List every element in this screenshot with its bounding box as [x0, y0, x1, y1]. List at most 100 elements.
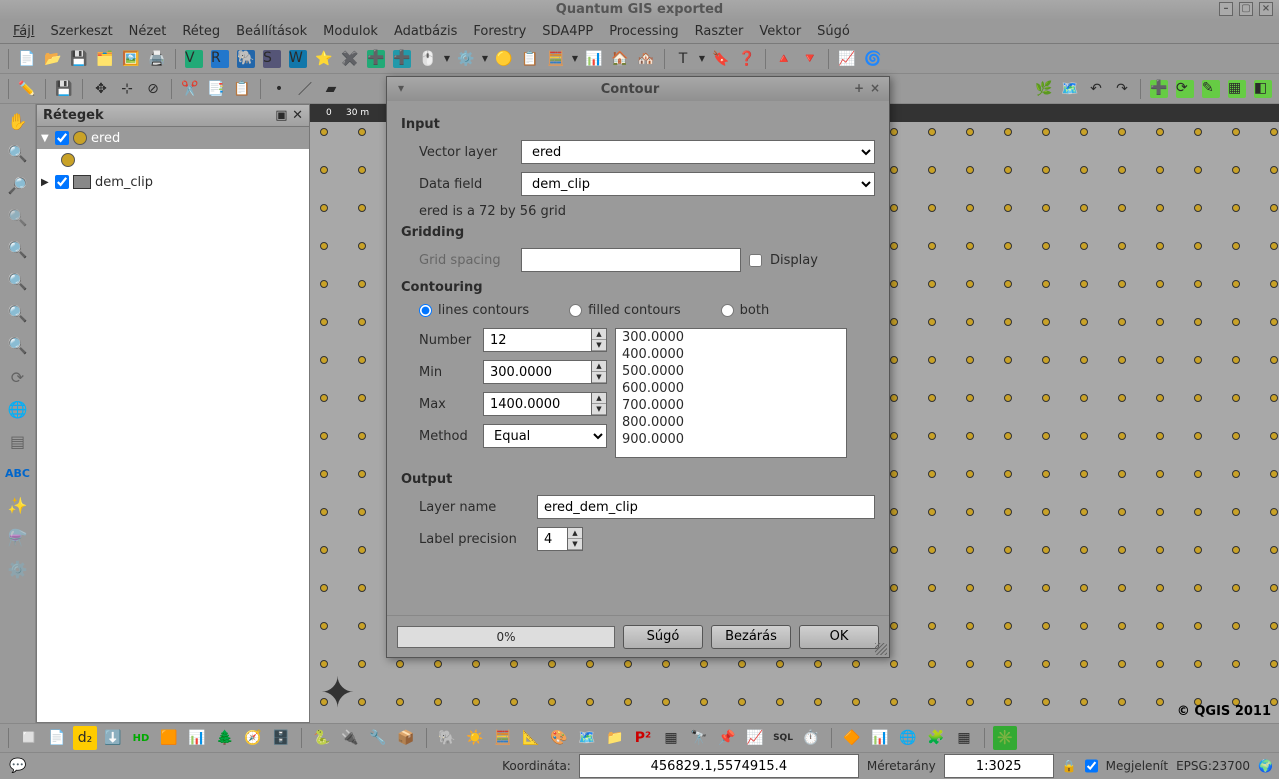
point-feature[interactable] [1270, 546, 1278, 554]
point-feature[interactable] [1042, 698, 1050, 706]
point-feature[interactable] [320, 432, 328, 440]
point-feature[interactable] [1232, 508, 1240, 516]
layer-item-ered[interactable]: ▼ ered [37, 127, 309, 149]
point-feature[interactable] [1118, 508, 1126, 516]
point-feature[interactable] [320, 128, 328, 136]
point-feature[interactable] [890, 660, 898, 668]
paste-icon[interactable]: 📋 [230, 77, 254, 101]
zoom-in-icon[interactable]: 🔍 [5, 140, 31, 166]
point-feature[interactable] [320, 356, 328, 364]
point-feature[interactable] [472, 698, 480, 706]
point-feature[interactable] [624, 660, 632, 668]
point-feature[interactable] [1080, 584, 1088, 592]
layer-visibility-checkbox[interactable] [55, 175, 69, 189]
map4-icon[interactable]: ▦ [1225, 77, 1249, 101]
add-postgis-icon[interactable]: 🐘 [234, 47, 258, 71]
point-feature[interactable] [586, 698, 594, 706]
layer-visibility-checkbox[interactable] [55, 131, 69, 145]
point-feature[interactable] [928, 698, 936, 706]
point-feature[interactable] [1156, 204, 1164, 212]
point-feature[interactable] [928, 622, 936, 630]
point-feature[interactable] [320, 546, 328, 554]
btool-3-icon[interactable]: d₂ [73, 726, 97, 750]
point-feature[interactable] [1042, 660, 1050, 668]
point-feature[interactable] [1156, 356, 1164, 364]
point-feature[interactable] [1042, 356, 1050, 364]
menu-edit[interactable]: Szerkeszt [43, 22, 119, 41]
point-feature[interactable] [1194, 166, 1202, 174]
point-feature[interactable] [928, 546, 936, 554]
point-feature[interactable] [776, 660, 784, 668]
menu-help[interactable]: Súgó [810, 22, 857, 41]
new-project-icon[interactable]: 📄 [15, 47, 39, 71]
point-feature[interactable] [510, 660, 518, 668]
refresh-icon[interactable]: ⟳ [5, 364, 31, 390]
min-spinner[interactable]: ▲▼ [591, 360, 607, 384]
point-feature[interactable] [1194, 660, 1202, 668]
point-feature[interactable] [1156, 166, 1164, 174]
point-feature[interactable] [1118, 546, 1126, 554]
point-feature[interactable] [1042, 432, 1050, 440]
point-feature[interactable] [966, 584, 974, 592]
btool-31-icon[interactable]: 🌐 [896, 726, 920, 750]
point-feature[interactable] [434, 660, 442, 668]
point-feature[interactable] [1118, 242, 1126, 250]
point-feature[interactable] [890, 584, 898, 592]
add-raster-icon[interactable]: R [208, 47, 232, 71]
point-feature[interactable] [700, 660, 708, 668]
point-feature[interactable] [1232, 546, 1240, 554]
point-feature[interactable] [928, 394, 936, 402]
point-feature[interactable] [1232, 280, 1240, 288]
delete-feature-icon[interactable]: ⊘ [141, 77, 165, 101]
maximize-button[interactable]: ▢ [1239, 2, 1253, 16]
coord-input[interactable] [579, 754, 859, 778]
grass-tool-icon[interactable]: 🌿 [1032, 77, 1056, 101]
layers-tree[interactable]: ▼ ered ▶ dem_clip [37, 127, 309, 722]
btool-11-icon[interactable]: 🐍 [310, 726, 334, 750]
level-item[interactable]: 700.0000 [616, 397, 846, 414]
point-feature[interactable] [1004, 508, 1012, 516]
point-feature[interactable] [1270, 166, 1278, 174]
add-spatialite-icon[interactable]: S [260, 47, 284, 71]
point-feature[interactable] [1194, 280, 1202, 288]
point-feature[interactable] [1004, 584, 1012, 592]
home2-icon[interactable]: 🏘️ [634, 47, 658, 71]
bookmark-icon[interactable]: ⭐ [312, 47, 336, 71]
point-feature[interactable] [966, 128, 974, 136]
menu-forestry[interactable]: Forestry [466, 22, 533, 41]
layer-name-input[interactable] [537, 495, 875, 519]
help-button[interactable]: Súgó [623, 625, 703, 649]
remove-layer-icon[interactable]: ✖️ [338, 47, 362, 71]
point-feature[interactable] [852, 660, 860, 668]
point-feature[interactable] [1232, 356, 1240, 364]
pan-icon[interactable]: ✋ [5, 108, 31, 134]
point-feature[interactable] [320, 470, 328, 478]
point-feature[interactable] [1118, 128, 1126, 136]
point-feature[interactable] [1004, 698, 1012, 706]
point-feature[interactable] [662, 660, 670, 668]
redo-icon[interactable]: ↷ [1110, 77, 1134, 101]
point-feature[interactable] [1156, 508, 1164, 516]
btool-28-icon[interactable]: ⏱️ [799, 726, 823, 750]
point-feature[interactable] [966, 280, 974, 288]
new-spatialite-icon[interactable]: ➕ [390, 47, 414, 71]
point-feature[interactable] [358, 242, 366, 250]
point-feature[interactable] [966, 546, 974, 554]
dialog-maximize-icon[interactable]: + [851, 81, 867, 97]
point-feature[interactable] [1118, 318, 1126, 326]
point-feature[interactable] [890, 280, 898, 288]
point-feature[interactable] [510, 698, 518, 706]
point-feature[interactable] [358, 128, 366, 136]
pointer-dropdown[interactable]: ▼ [442, 47, 452, 71]
point-feature[interactable] [890, 318, 898, 326]
zoom-selection-icon[interactable]: 🔍 [5, 236, 31, 262]
point-feature[interactable] [320, 508, 328, 516]
point-feature[interactable] [358, 166, 366, 174]
layer-item-demclip[interactable]: ▶ dem_clip [37, 171, 309, 193]
btool-2-icon[interactable]: 📄 [45, 726, 69, 750]
copy-icon[interactable]: 📑 [204, 77, 228, 101]
point-feature[interactable] [890, 622, 898, 630]
point-feature[interactable] [966, 242, 974, 250]
grass-region-icon[interactable]: 🗺️ [1058, 77, 1082, 101]
point-feature[interactable] [358, 470, 366, 478]
